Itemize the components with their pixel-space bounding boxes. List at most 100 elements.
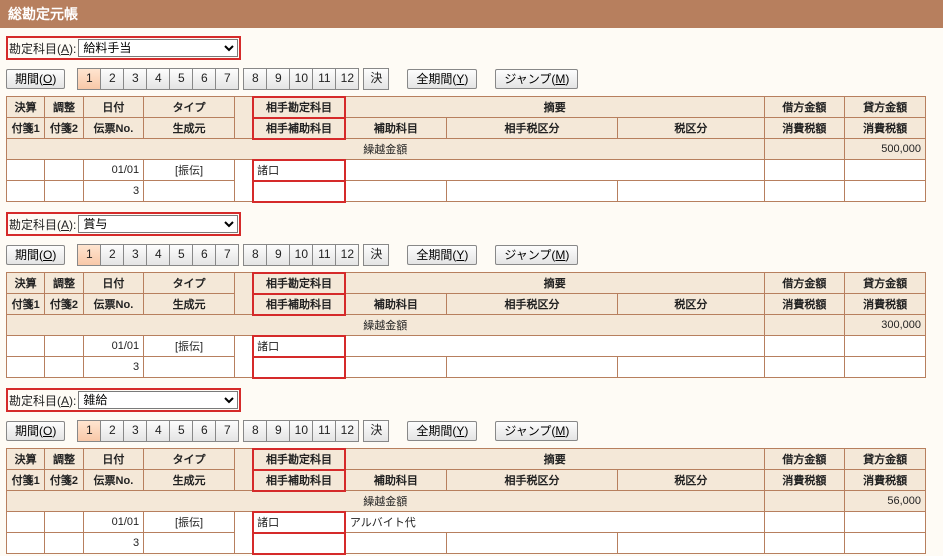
month-6[interactable]: 6	[193, 68, 216, 90]
month-5[interactable]: 5	[170, 420, 193, 442]
month-7[interactable]: 7	[216, 68, 239, 90]
cell[interactable]	[845, 357, 926, 378]
month-8[interactable]: 8	[243, 420, 267, 442]
month-2[interactable]: 2	[101, 420, 124, 442]
month-4[interactable]: 4	[147, 420, 170, 442]
month-2[interactable]: 2	[101, 68, 124, 90]
month-6[interactable]: 6	[193, 420, 216, 442]
cell[interactable]	[144, 357, 235, 378]
cell[interactable]	[7, 533, 45, 554]
cell-counter[interactable]: 諸口	[253, 512, 346, 533]
month-11[interactable]: 11	[313, 420, 336, 442]
cell[interactable]	[7, 357, 45, 378]
period-button[interactable]: 期間(O)	[6, 421, 65, 441]
cell[interactable]	[45, 533, 83, 554]
cell-summary[interactable]	[345, 160, 764, 181]
cell[interactable]	[45, 336, 83, 357]
month-8[interactable]: 8	[243, 244, 267, 266]
cell-credit[interactable]	[845, 336, 926, 357]
cell[interactable]	[446, 357, 617, 378]
cell[interactable]	[45, 512, 83, 533]
cell[interactable]	[764, 357, 845, 378]
month-9[interactable]: 9	[267, 68, 290, 90]
cell[interactable]	[845, 533, 926, 554]
cell[interactable]	[446, 533, 617, 554]
cell-expand[interactable]	[234, 336, 252, 378]
col-expand[interactable]	[234, 449, 252, 491]
kessan-button[interactable]: 決	[363, 68, 389, 90]
cell[interactable]	[618, 357, 764, 378]
cell-debit[interactable]	[764, 336, 845, 357]
cell[interactable]	[618, 181, 764, 202]
month-7[interactable]: 7	[216, 420, 239, 442]
period-button[interactable]: 期間(O)	[6, 245, 65, 265]
cell-type[interactable]: [振伝]	[144, 160, 235, 181]
cell-debit[interactable]	[764, 160, 845, 181]
kessan-button[interactable]: 決	[363, 244, 389, 266]
cell-counter[interactable]: 諸口	[253, 336, 346, 357]
month-5[interactable]: 5	[170, 68, 193, 90]
cell[interactable]	[345, 181, 446, 202]
account-select[interactable]: 給料手当	[78, 39, 238, 57]
cell-type[interactable]: [振伝]	[144, 336, 235, 357]
cell[interactable]	[446, 181, 617, 202]
month-11[interactable]: 11	[313, 68, 336, 90]
col-expand[interactable]	[234, 97, 252, 139]
account-select[interactable]: 賞与	[78, 215, 238, 233]
cell[interactable]	[764, 533, 845, 554]
cell[interactable]	[618, 533, 764, 554]
jump-button[interactable]: ジャンプ(M)	[495, 421, 578, 441]
month-3[interactable]: 3	[124, 244, 147, 266]
cell[interactable]	[253, 357, 346, 378]
cell[interactable]	[345, 533, 446, 554]
full-period-button[interactable]: 全期間(Y)	[407, 245, 477, 265]
cell-counter[interactable]: 諸口	[253, 160, 346, 181]
month-12[interactable]: 12	[336, 68, 359, 90]
month-3[interactable]: 3	[124, 420, 147, 442]
cell[interactable]	[764, 181, 845, 202]
cell[interactable]	[845, 181, 926, 202]
col-expand[interactable]	[234, 273, 252, 315]
cell[interactable]	[7, 512, 45, 533]
month-3[interactable]: 3	[124, 68, 147, 90]
kessan-button[interactable]: 決	[363, 420, 389, 442]
month-11[interactable]: 11	[313, 244, 336, 266]
jump-button[interactable]: ジャンプ(M)	[495, 69, 578, 89]
cell[interactable]	[45, 357, 83, 378]
cell-debit[interactable]	[764, 512, 845, 533]
month-4[interactable]: 4	[147, 244, 170, 266]
month-5[interactable]: 5	[170, 244, 193, 266]
cell-date[interactable]: 01/01	[83, 160, 144, 181]
month-10[interactable]: 10	[290, 244, 313, 266]
cell[interactable]	[45, 181, 83, 202]
month-7[interactable]: 7	[216, 244, 239, 266]
cell-denpyo[interactable]: 3	[83, 181, 144, 202]
month-12[interactable]: 12	[336, 420, 359, 442]
cell[interactable]	[253, 533, 346, 554]
cell[interactable]	[345, 357, 446, 378]
month-4[interactable]: 4	[147, 68, 170, 90]
month-10[interactable]: 10	[290, 68, 313, 90]
month-12[interactable]: 12	[336, 244, 359, 266]
cell-denpyo[interactable]: 3	[83, 357, 144, 378]
account-select[interactable]: 雑給	[78, 391, 238, 409]
month-2[interactable]: 2	[101, 244, 124, 266]
cell-summary[interactable]: アルバイト代	[345, 512, 764, 533]
cell-date[interactable]: 01/01	[83, 336, 144, 357]
cell-expand[interactable]	[234, 512, 252, 554]
cell[interactable]	[7, 160, 45, 181]
cell[interactable]	[7, 336, 45, 357]
jump-button[interactable]: ジャンプ(M)	[495, 245, 578, 265]
month-1[interactable]: 1	[77, 244, 101, 266]
month-9[interactable]: 9	[267, 420, 290, 442]
full-period-button[interactable]: 全期間(Y)	[407, 69, 477, 89]
month-6[interactable]: 6	[193, 244, 216, 266]
cell[interactable]	[45, 160, 83, 181]
month-8[interactable]: 8	[243, 68, 267, 90]
month-1[interactable]: 1	[77, 68, 101, 90]
cell-date[interactable]: 01/01	[83, 512, 144, 533]
cell-credit[interactable]	[845, 160, 926, 181]
cell[interactable]	[7, 181, 45, 202]
cell-expand[interactable]	[234, 160, 252, 202]
month-10[interactable]: 10	[290, 420, 313, 442]
